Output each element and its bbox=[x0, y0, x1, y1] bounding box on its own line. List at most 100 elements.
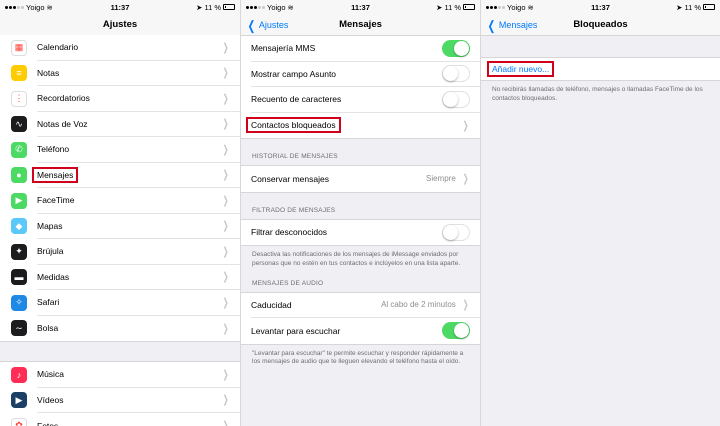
settings-row-safari[interactable]: ✧ Safari ❯ bbox=[0, 290, 240, 316]
character-count-row: Recuento de caracteres bbox=[241, 87, 480, 113]
chevron-right-icon: ❯ bbox=[222, 368, 229, 381]
location-icon: ➤ bbox=[196, 2, 203, 12]
location-icon: ➤ bbox=[676, 2, 683, 12]
settings-row-label: Notas bbox=[37, 67, 60, 78]
wifi-icon: ≋ bbox=[46, 2, 53, 12]
blocked-footer: No recibirás llamadas de teléfono, mensa… bbox=[492, 86, 703, 102]
settings-row-label: Calendario bbox=[37, 42, 79, 53]
back-button[interactable]: ❮ Ajustes bbox=[246, 14, 289, 36]
settings-row-videos[interactable]: ▶ Vídeos ❯ bbox=[0, 387, 240, 413]
status-bar: Yoigo ≋ 11:37 ➤ 11 % bbox=[241, 0, 480, 14]
character-count-label: Recuento de caracteres bbox=[251, 94, 342, 105]
settings-row-label: Safari bbox=[37, 297, 60, 308]
settings-row-reminders[interactable]: ⋮ Recordatorios ❯ bbox=[0, 86, 240, 112]
settings-row-measure[interactable]: ▬ Medidas ❯ bbox=[0, 264, 240, 290]
settings-row-label: Teléfono bbox=[37, 144, 70, 155]
chevron-right-icon: ❯ bbox=[222, 220, 229, 233]
carrier: Yoigo bbox=[267, 2, 286, 12]
status-bar: Yoigo ≋ 11:37 ➤ 11 % bbox=[481, 0, 720, 14]
battery-percent: 11 % bbox=[444, 2, 461, 12]
character-count-toggle[interactable] bbox=[442, 90, 470, 108]
settings-row-phone[interactable]: ✆ Teléfono ❯ bbox=[0, 137, 240, 163]
audio-list: Caducidad Al cabo de 2 minutos ❯ Levanta… bbox=[241, 291, 480, 345]
chevron-right-icon: ❯ bbox=[462, 173, 469, 186]
signal-icon bbox=[486, 5, 505, 9]
chevron-right-icon: ❯ bbox=[222, 169, 229, 182]
blocked-contacts-row[interactable]: Contactos bloqueados ❯ bbox=[241, 112, 480, 138]
settings-row-voice-memos[interactable]: ∿ Notas de Voz ❯ bbox=[0, 111, 240, 137]
battery-percent: 11 % bbox=[684, 2, 701, 12]
blocked-list: Añadir nuevo... bbox=[481, 57, 720, 81]
page-title: Ajustes bbox=[102, 19, 138, 30]
settings-row-notes[interactable]: ≡ Notas ❯ bbox=[0, 60, 240, 86]
add-new-row[interactable]: Añadir nuevo... bbox=[481, 58, 720, 80]
mms-label: Mensajería MMS bbox=[251, 43, 316, 54]
battery-icon bbox=[223, 4, 235, 10]
mms-toggle[interactable] bbox=[442, 39, 470, 57]
raise-to-listen-toggle[interactable] bbox=[442, 322, 470, 340]
filter-unknown-label: Filtrar desconocidos bbox=[251, 227, 328, 238]
music-icon: ♪ bbox=[11, 366, 27, 383]
subject-label: Mostrar campo Asunto bbox=[251, 68, 337, 79]
settings-row-facetime[interactable]: ▶ FaceTime ❯ bbox=[0, 188, 240, 214]
photos-icon: ✿ bbox=[11, 417, 27, 426]
battery-icon bbox=[463, 4, 475, 10]
expire-row[interactable]: Caducidad Al cabo de 2 minutos ❯ bbox=[241, 292, 480, 319]
keep-messages-row[interactable]: Conservar mensajes Siempre ❯ bbox=[241, 166, 480, 192]
settings-row-label: Notas de Voz bbox=[37, 118, 88, 129]
chevron-right-icon: ❯ bbox=[222, 271, 229, 284]
compass-icon: ✦ bbox=[11, 243, 27, 260]
settings-screen: Yoigo ≋ 11:37 ➤ 11 % Ajustes ▦ Calendario… bbox=[0, 0, 240, 426]
settings-row-compass[interactable]: ✦ Brújula ❯ bbox=[0, 239, 240, 265]
nav-bar: Ajustes bbox=[0, 14, 240, 36]
calendar-icon: ▦ bbox=[11, 39, 27, 56]
wifi-icon: ≋ bbox=[527, 2, 534, 12]
settings-row-label: Mapas bbox=[37, 220, 63, 231]
status-time: 11:37 bbox=[351, 2, 370, 12]
messages-settings-screen: Yoigo ≋ 11:37 ➤ 11 % ❮ Ajustes Mensajes … bbox=[240, 0, 480, 426]
settings-row-label: Bolsa bbox=[37, 323, 59, 334]
add-new-button[interactable]: Añadir nuevo... bbox=[487, 61, 555, 77]
settings-row-label: Recordatorios bbox=[37, 93, 90, 104]
signal-icon bbox=[5, 5, 24, 9]
status-time: 11:37 bbox=[591, 2, 610, 12]
chevron-right-icon: ❯ bbox=[222, 194, 229, 207]
notes-icon: ≡ bbox=[11, 65, 27, 82]
history-section-header: HISTORIAL DE MENSAJES bbox=[252, 153, 338, 160]
chevron-right-icon: ❯ bbox=[222, 296, 229, 309]
settings-row-label: Música bbox=[37, 369, 64, 380]
messages-icon: ● bbox=[11, 167, 27, 184]
filter-section-header: FILTRADO DE MENSAJES bbox=[252, 206, 336, 214]
chevron-right-icon: ❯ bbox=[222, 322, 229, 335]
filter-unknown-toggle[interactable] bbox=[442, 223, 470, 241]
filter-unknown-row: Filtrar desconocidos bbox=[241, 219, 480, 245]
stocks-icon: ∼ bbox=[11, 320, 27, 337]
settings-row-label: FaceTime bbox=[37, 195, 75, 206]
keep-messages-value: Siempre bbox=[425, 174, 456, 184]
back-button[interactable]: ❮ Mensajes bbox=[486, 14, 538, 36]
settings-row-label: Fotos bbox=[37, 420, 59, 426]
videos-icon: ▶ bbox=[11, 392, 27, 409]
status-time: 11:37 bbox=[110, 2, 130, 12]
settings-row-photos[interactable]: ✿ Fotos ❯ bbox=[0, 413, 240, 426]
settings-row-messages[interactable]: ● Mensajes ❯ bbox=[0, 162, 240, 188]
phone-icon: ✆ bbox=[11, 141, 27, 158]
back-label: Mensajes bbox=[498, 20, 538, 30]
nav-bar: ❮ Mensajes Bloqueados bbox=[481, 14, 720, 36]
chevron-right-icon: ❯ bbox=[462, 119, 469, 132]
settings-list-apps: ▦ Calendario ❯ ≡ Notas ❯ ⋮ Recordatorios ❯ ∿ Notas… bbox=[0, 35, 240, 342]
raise-to-listen-label: Levantar para escuchar bbox=[251, 325, 341, 336]
highlighted-label: Mensajes bbox=[32, 166, 79, 183]
settings-row-music[interactable]: ♪ Música ❯ bbox=[0, 362, 240, 388]
measure-icon: ▬ bbox=[11, 269, 27, 286]
settings-row-maps[interactable]: ◆ Mapas ❯ bbox=[0, 213, 240, 239]
chevron-right-icon: ❯ bbox=[462, 299, 469, 312]
settings-row-stocks[interactable]: ∼ Bolsa ❯ bbox=[0, 315, 240, 341]
chevron-right-icon: ❯ bbox=[222, 118, 229, 131]
mms-row: Mensajería MMS bbox=[241, 36, 480, 62]
blocked-contacts-label: Contactos bloqueados bbox=[246, 117, 341, 134]
settings-row-calendar[interactable]: ▦ Calendario ❯ bbox=[0, 35, 240, 61]
messages-options-list: Mensajería MMS Mostrar campo Asunto Recu… bbox=[241, 36, 480, 139]
history-list: Conservar mensajes Siempre ❯ bbox=[241, 165, 480, 193]
subject-toggle[interactable] bbox=[442, 65, 470, 83]
